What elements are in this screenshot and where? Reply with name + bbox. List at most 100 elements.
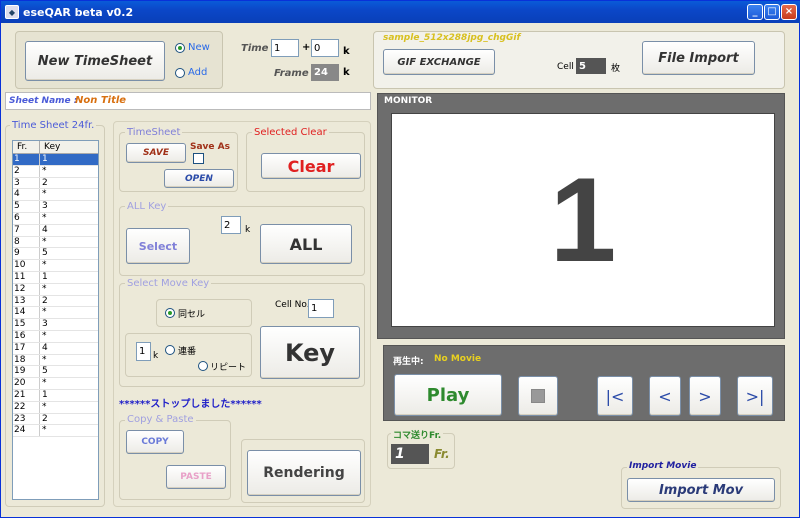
title-bar[interactable]: ◆ eseQAR beta v0.2 _ □ × [1,1,800,23]
table-row[interactable]: 11 1 [13,271,98,284]
clear-button[interactable]: Clear [261,153,361,179]
file-import-button[interactable]: File Import [642,41,755,75]
table-row[interactable]: 17 4 [13,342,98,355]
cell-no-label: Cell No. [275,300,310,310]
monitor-frame-display: 1 [391,113,775,327]
radio-repeat[interactable] [198,361,208,371]
now-playing-label: 再生中: [393,357,424,367]
radio-new[interactable] [175,43,185,53]
radio-same-cell[interactable] [165,308,175,318]
rendering-button[interactable]: Rendering [247,450,361,496]
cell-key[interactable]: 1 [40,272,98,283]
app-icon: ◆ [5,5,19,19]
select-button[interactable]: Select [126,228,190,264]
header-key: Key [44,142,61,152]
table-row[interactable]: 14 * [13,307,98,320]
import-mov-button[interactable]: Import Mov [627,478,775,502]
cell-key[interactable]: 2 [40,178,98,189]
table-row[interactable]: 19 5 [13,366,98,379]
cell-key[interactable]: * [40,189,98,200]
close-button[interactable]: × [781,4,797,20]
table-row[interactable]: 22 * [13,401,98,414]
table-row[interactable]: 16 * [13,330,98,343]
table-row[interactable]: 95 [13,248,98,261]
monitor-label: MONITOR [384,96,433,106]
table-row[interactable]: 6 * [13,212,98,225]
table-row[interactable]: 23 2 [13,413,98,426]
step-input[interactable]: 1 [136,342,151,361]
table-row[interactable]: 24 * [13,425,98,438]
table-row[interactable]: 20 * [13,378,98,390]
table-row[interactable]: 13 2 [13,295,98,308]
table-row[interactable]: 74 [13,224,98,237]
cell-key[interactable]: 2 [40,414,98,425]
cell-key[interactable]: * [40,402,98,413]
cell-key[interactable]: 4 [40,225,98,236]
table-row[interactable]: 4 * [13,189,98,202]
cell-key[interactable]: * [40,237,98,248]
cell-key[interactable]: 4 [40,343,98,354]
all-key-value-input[interactable]: 2 [221,216,241,234]
play-button[interactable]: Play [394,374,502,416]
new-timesheet-button[interactable]: New TimeSheet [25,41,165,81]
gif-exchange-button[interactable]: GIF EXCHANGE [383,49,495,75]
next-frame-button[interactable]: > [689,376,721,416]
table-row[interactable]: 18 * [13,354,98,367]
table-row[interactable]: 10 * [13,260,98,272]
table-row[interactable]: 12 * [13,283,98,296]
time-label: Time [241,43,269,54]
cell-frame: 1 [13,154,40,165]
cell-key[interactable]: * [40,425,98,436]
table-row[interactable]: 15 3 [13,319,98,331]
table-row[interactable]: 21 1 [13,389,98,402]
table-row[interactable]: 8 * [13,236,98,249]
maximize-button[interactable]: □ [764,4,780,20]
sheet-name-value[interactable]: Non Title [75,95,126,106]
table-row[interactable]: 2 * [13,165,98,178]
cell-key[interactable]: 3 [40,319,98,330]
cell-key[interactable]: * [40,378,98,389]
select-move-key-label: Select Move Key [125,278,212,289]
cell-key[interactable]: 1 [40,154,98,165]
save-button[interactable]: SAVE [126,143,186,163]
save-as-checkbox[interactable] [193,153,204,164]
cell-key[interactable]: 5 [40,366,98,377]
same-cell-label: 同セル [178,310,206,320]
cell-key[interactable]: * [40,284,98,295]
first-frame-button[interactable]: |< [597,376,633,416]
sequential-label: 連番 [178,347,197,357]
prev-frame-button[interactable]: < [649,376,681,416]
table-row[interactable]: 11 [13,154,98,166]
cell-key[interactable]: * [40,355,98,366]
open-button[interactable]: OPEN [164,169,234,188]
last-frame-button[interactable]: >| [737,376,773,416]
cell-key[interactable]: * [40,260,98,271]
copy-paste-label: Copy & Paste [125,414,196,425]
cell-key[interactable]: 1 [40,390,98,401]
cell-frame: 21 [13,389,40,401]
key-button[interactable]: Key [260,326,360,379]
radio-sequential[interactable] [165,345,175,355]
time-input[interactable]: 1 [271,39,299,57]
all-key-k-unit: k [245,225,251,235]
cell-key[interactable]: 2 [40,296,98,307]
all-button[interactable]: ALL [260,224,352,264]
cell-key[interactable]: * [40,331,98,342]
cell-no-input[interactable]: 1 [308,299,334,318]
paste-button[interactable]: PASTE [166,465,226,489]
cell-key[interactable]: 3 [40,201,98,212]
cell-key[interactable]: * [40,166,98,177]
minimize-button[interactable]: _ [747,4,763,20]
frame-step-value[interactable]: 1 [391,444,429,464]
timesheet-table[interactable]: Fr. Key 1 1 2 * 3 2 4 * 5 3 6 * 7 4 8 * 9 5 10 * 11 1 12 * 13 2 14… [12,140,99,500]
table-row[interactable]: 53 [13,201,98,213]
cell-key[interactable]: 5 [40,248,98,259]
stop-button[interactable] [518,376,558,416]
radio-add[interactable] [175,68,185,78]
cell-key[interactable]: * [40,307,98,318]
copy-button[interactable]: COPY [126,430,184,454]
cell-frame: 5 [13,201,40,212]
cell-key[interactable]: * [40,213,98,224]
table-row[interactable]: 32 [13,177,98,190]
time-extra-input[interactable]: 0 [311,39,339,57]
